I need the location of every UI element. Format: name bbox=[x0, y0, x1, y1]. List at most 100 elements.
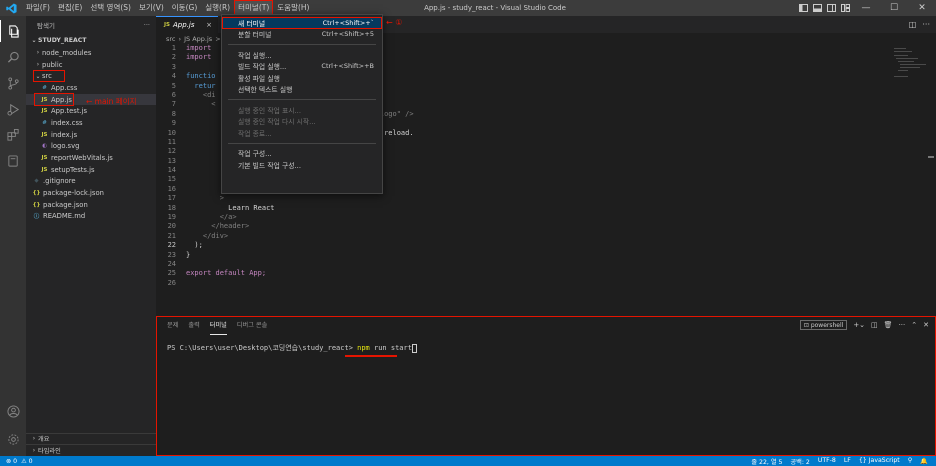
language-mode[interactable]: {} JavaScript bbox=[859, 457, 900, 466]
split-editor-icon[interactable]: ◫ bbox=[909, 20, 917, 29]
timeline-section[interactable]: › 타임라인 bbox=[26, 444, 156, 456]
project-folder-header[interactable]: ⌄ STUDY_REACT bbox=[26, 33, 156, 47]
cursor-position[interactable]: 줄 22, 열 5 bbox=[751, 457, 782, 466]
minimap[interactable] bbox=[892, 46, 928, 86]
terminal-prompt: PS C:\Users\user\Desktop\코딩연습\study_reac… bbox=[167, 344, 358, 352]
close-panel-icon[interactable]: ✕ bbox=[923, 321, 929, 329]
more-actions-icon[interactable]: ··· bbox=[922, 20, 930, 29]
tree-item-label: setupTests.js bbox=[51, 165, 95, 174]
remote-explorer-icon[interactable] bbox=[0, 150, 26, 172]
tree-item-report-web-vitals[interactable]: JS reportWebVitals.js bbox=[26, 152, 156, 164]
code-line[interactable]: 25 export default App; bbox=[156, 269, 916, 278]
line-text: import bbox=[186, 44, 212, 52]
menu-view[interactable]: 보기(V) bbox=[135, 0, 168, 16]
terminal-menu-item[interactable]: 새 터미널 Ctrl+<Shift>+` bbox=[222, 17, 382, 29]
account-icon[interactable] bbox=[0, 400, 26, 422]
tree-item-index-css[interactable]: # index.css bbox=[26, 117, 156, 129]
tree-item-node-modules[interactable]: › node_modules bbox=[26, 47, 156, 59]
explorer-icon[interactable] bbox=[0, 20, 26, 42]
breadcrumb-src[interactable]: src bbox=[166, 35, 176, 43]
code-line[interactable]: 24 bbox=[156, 260, 916, 269]
extensions-icon[interactable] bbox=[0, 124, 26, 146]
code-line[interactable]: 26 bbox=[156, 279, 916, 288]
run-debug-icon[interactable] bbox=[0, 98, 26, 120]
terminal-prompt-line[interactable]: PS C:\Users\user\Desktop\코딩연습\study_reac… bbox=[167, 343, 417, 353]
terminal-menu-item: 실행 중인 작업 다시 시작... bbox=[222, 116, 382, 128]
tree-item-app-test-js[interactable]: JS App.test.js bbox=[26, 105, 156, 117]
menu-separator bbox=[228, 99, 376, 100]
new-terminal-icon[interactable]: +⌄ bbox=[853, 321, 865, 329]
menu-edit[interactable]: 편집(E) bbox=[54, 0, 86, 16]
toggle-secondary-sidebar-icon[interactable] bbox=[824, 0, 838, 16]
tab-problems[interactable]: 문제 bbox=[167, 317, 178, 335]
menu-file[interactable]: 파일(F) bbox=[22, 0, 54, 16]
tree-item-gitignore[interactable]: ◆ .gitignore bbox=[26, 176, 156, 188]
minimize-icon[interactable]: — bbox=[852, 0, 880, 16]
editor-actions: ◫ ··· bbox=[909, 16, 930, 33]
encoding[interactable]: UTF-8 bbox=[818, 457, 836, 466]
line-number: 19 bbox=[167, 213, 176, 222]
menu-item-label: 새 터미널 bbox=[238, 19, 266, 28]
terminal-menu-item[interactable]: 작업 실행... bbox=[222, 49, 382, 61]
tab-terminal[interactable]: 터미널 bbox=[209, 317, 227, 335]
tree-item-public[interactable]: › public bbox=[26, 59, 156, 71]
outline-section[interactable]: › 개요 bbox=[26, 432, 156, 445]
terminal-menu-item[interactable]: 작업 구성... bbox=[222, 148, 382, 160]
maximize-panel-icon[interactable]: ⌃ bbox=[911, 321, 917, 329]
close-tab-icon[interactable]: × bbox=[206, 21, 212, 29]
layout-icon[interactable] bbox=[838, 0, 852, 16]
tree-item-src[interactable]: ⌄ src bbox=[26, 70, 156, 82]
feedback-icon[interactable]: ⚲ bbox=[908, 457, 913, 466]
tree-item-label: logo.svg bbox=[51, 142, 80, 151]
tree-item-setup-tests[interactable]: JS setupTests.js bbox=[26, 164, 156, 176]
close-window-icon[interactable]: ✕ bbox=[908, 0, 936, 16]
terminal-menu-item[interactable]: 활성 파일 실행 bbox=[222, 72, 382, 84]
maximize-icon[interactable]: ☐ bbox=[880, 0, 908, 16]
line-number: 21 bbox=[167, 231, 176, 240]
tab-debug-console[interactable]: 디버그 콘솔 bbox=[237, 317, 267, 335]
indentation[interactable]: 공백: 2 bbox=[790, 457, 809, 466]
tree-item-package-json[interactable]: {} package.json bbox=[26, 199, 156, 211]
notifications-icon[interactable]: 🔔 bbox=[920, 457, 928, 466]
terminal-shell-selector[interactable]: ⊡ powershell bbox=[799, 320, 848, 330]
line-ending[interactable]: LF bbox=[844, 457, 851, 466]
split-terminal-icon[interactable]: ◫ bbox=[871, 321, 878, 329]
line-text: ); bbox=[186, 241, 203, 250]
line-text: </header> bbox=[186, 222, 250, 231]
toggle-panel-icon[interactable] bbox=[810, 0, 824, 16]
toggle-sidebar-icon[interactable] bbox=[796, 0, 810, 16]
errors-count[interactable]: ⊗ 0 bbox=[6, 458, 17, 465]
menu-selection[interactable]: 선택 영역(S) bbox=[86, 0, 135, 16]
source-control-icon[interactable] bbox=[0, 72, 26, 94]
code-line[interactable]: 20 </header> bbox=[156, 222, 916, 231]
explorer-more-button[interactable]: ··· bbox=[144, 21, 150, 29]
terminal-menu-item[interactable]: 빌드 작업 실행... Ctrl+<Shift>+B bbox=[222, 61, 382, 73]
terminal-menu-item[interactable]: 기본 빌드 작업 구성... bbox=[222, 159, 382, 171]
tree-item-package-lock[interactable]: {} package-lock.json bbox=[26, 187, 156, 199]
line-number: 16 bbox=[167, 184, 176, 193]
code-line[interactable]: 19 </a> bbox=[156, 213, 916, 222]
tree-item-logo-svg[interactable]: ◐ logo.svg bbox=[26, 141, 156, 153]
code-line[interactable]: 18 Learn React bbox=[156, 204, 916, 213]
terminal-menu-item[interactable]: 선택한 텍스트 실행 bbox=[222, 84, 382, 96]
terminal-panel: 문제 출력 터미널 디버그 콘솔 ⊡ powershell +⌄ ◫ 🗑 ···… bbox=[156, 316, 936, 456]
svg-file-icon: ◐ bbox=[42, 143, 47, 150]
code-line[interactable]: 23} bbox=[156, 251, 916, 260]
code-line[interactable]: 22 ); bbox=[156, 241, 916, 250]
search-icon[interactable] bbox=[0, 46, 26, 68]
breadcrumb-file[interactable]: JS App.js bbox=[184, 35, 212, 43]
code-line[interactable]: 21 </div> bbox=[156, 232, 916, 241]
more-actions-icon[interactable]: ··· bbox=[899, 321, 906, 329]
line-number: 17 bbox=[167, 194, 176, 203]
tab-output[interactable]: 출력 bbox=[188, 317, 199, 335]
settings-gear-icon[interactable] bbox=[0, 428, 26, 450]
tree-item-index-js[interactable]: JS index.js bbox=[26, 129, 156, 141]
code-line[interactable]: 17 > bbox=[156, 194, 916, 203]
trash-icon[interactable]: 🗑 bbox=[884, 321, 893, 329]
tree-item-readme[interactable]: ⓘ README.md bbox=[26, 211, 156, 223]
menu-go[interactable]: 이동(G) bbox=[168, 0, 201, 16]
timeline-label: 타임라인 bbox=[38, 448, 61, 456]
warnings-count[interactable]: ⚠ 0 bbox=[21, 458, 32, 465]
terminal-menu-item[interactable]: 분할 터미널 Ctrl+<Shift>+5 bbox=[222, 29, 382, 41]
tab-app-js[interactable]: JS App.js × bbox=[156, 16, 218, 33]
